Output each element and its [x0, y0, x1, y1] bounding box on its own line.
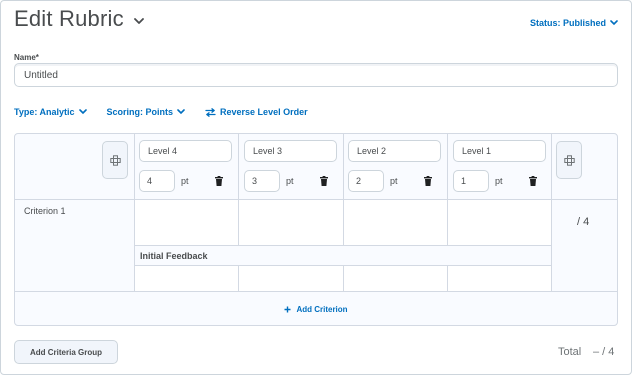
status-dropdown[interactable]: Status: Published	[530, 18, 618, 28]
chevron-down-icon	[177, 109, 185, 115]
criterion-score: / 4	[577, 216, 590, 228]
title-menu-chevron-icon[interactable]	[133, 17, 144, 25]
level-name-input[interactable]: Level 1	[453, 140, 546, 162]
divider	[343, 265, 344, 292]
add-level-end-button[interactable]	[556, 141, 582, 179]
level-name: Level 2	[357, 146, 387, 156]
points-unit: pt	[181, 176, 189, 186]
trash-icon[interactable]	[529, 176, 537, 186]
add-column-icon	[109, 154, 121, 166]
level-points-input[interactable]: 4	[139, 170, 175, 192]
points-unit: pt	[390, 176, 398, 186]
rubric-grid: Level 4 4 pt Level 3 3 pt Level 2 2 pt L…	[14, 133, 618, 326]
total-value: – / 4	[593, 346, 615, 358]
divider	[238, 134, 239, 246]
points-unit: pt	[495, 176, 503, 186]
trash-icon[interactable]	[320, 176, 328, 186]
divider	[447, 134, 448, 246]
plus-icon	[284, 306, 291, 312]
name-input-value: Untitled	[24, 69, 58, 81]
add-criterion-button[interactable]: Add Criterion	[15, 292, 617, 325]
swap-arrows-icon	[205, 107, 216, 117]
points-unit: pt	[286, 176, 294, 186]
initial-feedback-label: Initial Feedback	[140, 251, 208, 261]
title-row: Edit Rubric	[14, 6, 144, 32]
chevron-down-icon	[78, 109, 87, 115]
level-points: 1	[461, 176, 467, 186]
level-name: Level 4	[148, 146, 178, 156]
level-points: 2	[356, 176, 362, 186]
trash-icon[interactable]	[215, 176, 223, 186]
rubric-options-bar: Type: Analytic Scoring: Points Reverse L…	[14, 107, 328, 117]
level-points-input[interactable]: 1	[453, 170, 489, 192]
add-column-icon	[563, 154, 575, 166]
level-name: Level 3	[253, 146, 283, 156]
level-name-input[interactable]: Level 2	[348, 140, 441, 162]
chevron-down-icon	[610, 20, 618, 26]
add-criterion-label: Add Criterion	[296, 304, 348, 314]
add-level-start-button[interactable]	[102, 141, 128, 179]
status-label: Status: Published	[529, 18, 606, 28]
scoring-dropdown[interactable]: Scoring: Points	[107, 107, 186, 117]
level-name-input[interactable]: Level 4	[139, 140, 232, 162]
divider	[134, 134, 135, 292]
level-points: 3	[252, 176, 258, 186]
divider	[343, 134, 344, 246]
type-dropdown[interactable]: Type: Analytic	[14, 107, 87, 117]
divider	[551, 134, 552, 292]
divider	[238, 265, 239, 292]
reverse-label: Reverse Level Order	[220, 107, 308, 117]
trash-icon[interactable]	[424, 176, 432, 186]
level-points: 4	[147, 176, 153, 186]
add-criteria-group-label: Add Criteria Group	[29, 347, 102, 357]
level-points-input[interactable]: 3	[244, 170, 280, 192]
page-title: Edit Rubric	[14, 6, 124, 31]
criterion-name[interactable]: Criterion 1	[24, 206, 66, 216]
divider	[15, 199, 617, 200]
add-criteria-group-button[interactable]: Add Criteria Group	[14, 340, 118, 364]
divider	[447, 265, 448, 292]
level-points-input[interactable]: 2	[348, 170, 384, 192]
reverse-level-order-button[interactable]: Reverse Level Order	[205, 107, 308, 117]
name-label: Name*	[14, 53, 39, 62]
scoring-label: Scoring: Points	[106, 107, 174, 117]
level-name-input[interactable]: Level 3	[244, 140, 337, 162]
total-label: Total	[558, 346, 582, 358]
level-name: Level 1	[462, 146, 492, 156]
type-label: Type: Analytic	[14, 107, 75, 117]
name-input[interactable]: Untitled	[14, 63, 618, 87]
